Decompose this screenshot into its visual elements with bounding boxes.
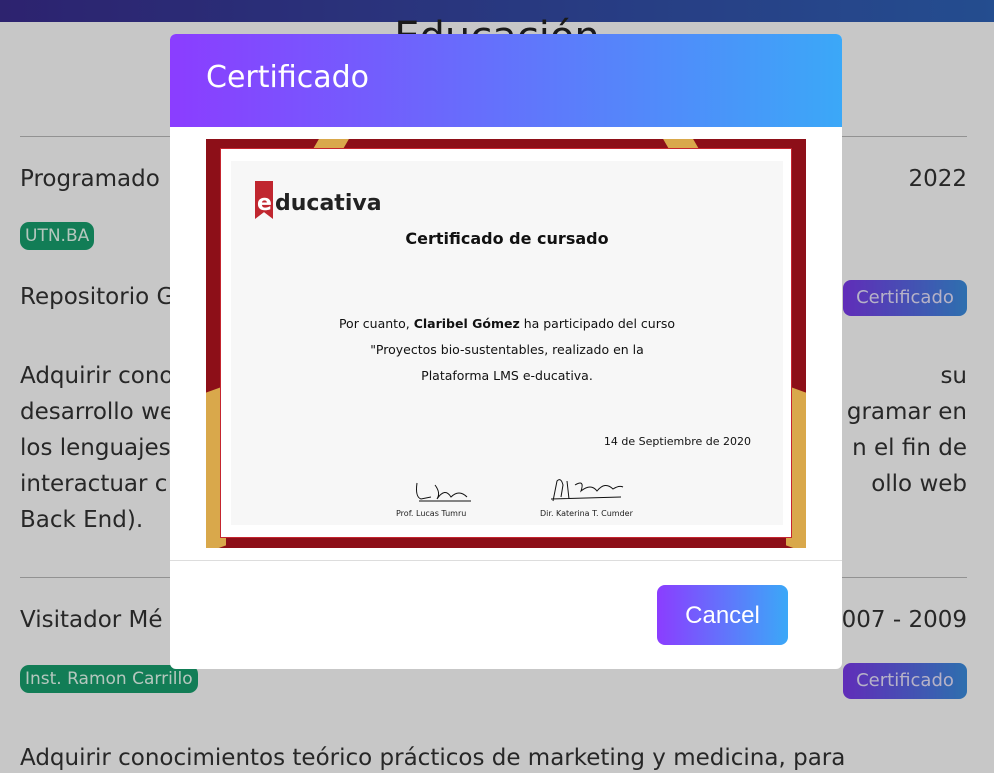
cancel-button[interactable]: Cancel bbox=[657, 585, 788, 645]
modal-title: Certificado bbox=[206, 60, 370, 95]
certificate-date: 14 de Septiembre de 2020 bbox=[603, 435, 751, 448]
certificate-frame: e ducativa Certificado de cursado Por cu… bbox=[220, 148, 792, 538]
logo-e: e bbox=[257, 191, 272, 216]
certificate-line: Plataforma LMS e-ducativa. bbox=[421, 368, 593, 383]
modal-divider bbox=[170, 560, 842, 561]
signature-2 bbox=[550, 479, 624, 502]
certificate-image: e ducativa Certificado de cursado Por cu… bbox=[206, 139, 806, 548]
certificate-paper: e ducativa Certificado de cursado Por cu… bbox=[231, 161, 783, 525]
signer-name: Prof. Lucas Tumru bbox=[396, 509, 467, 518]
profile-page: Educación Programado 2022 UTN.BA Reposit… bbox=[0, 0, 994, 773]
certificate-line: Por cuanto, Claribel Gómez ha participad… bbox=[231, 316, 783, 331]
line-suffix: ha participado del curso bbox=[519, 316, 676, 331]
signer-name: Dir. Katerina T. Cumder bbox=[540, 509, 633, 518]
student-name: Claribel Gómez bbox=[413, 316, 520, 331]
certificate-modal: Certificado e ducativa Certificado de cu… bbox=[170, 34, 842, 669]
signature-1 bbox=[416, 482, 471, 502]
logo-text: ducativa bbox=[275, 191, 382, 216]
certificate-heading: Certificado de cursado bbox=[405, 229, 609, 248]
line-prefix: Por cuanto, bbox=[338, 316, 414, 331]
certificate-line: "Proyectos bio-sustentables, realizado e… bbox=[370, 342, 644, 357]
